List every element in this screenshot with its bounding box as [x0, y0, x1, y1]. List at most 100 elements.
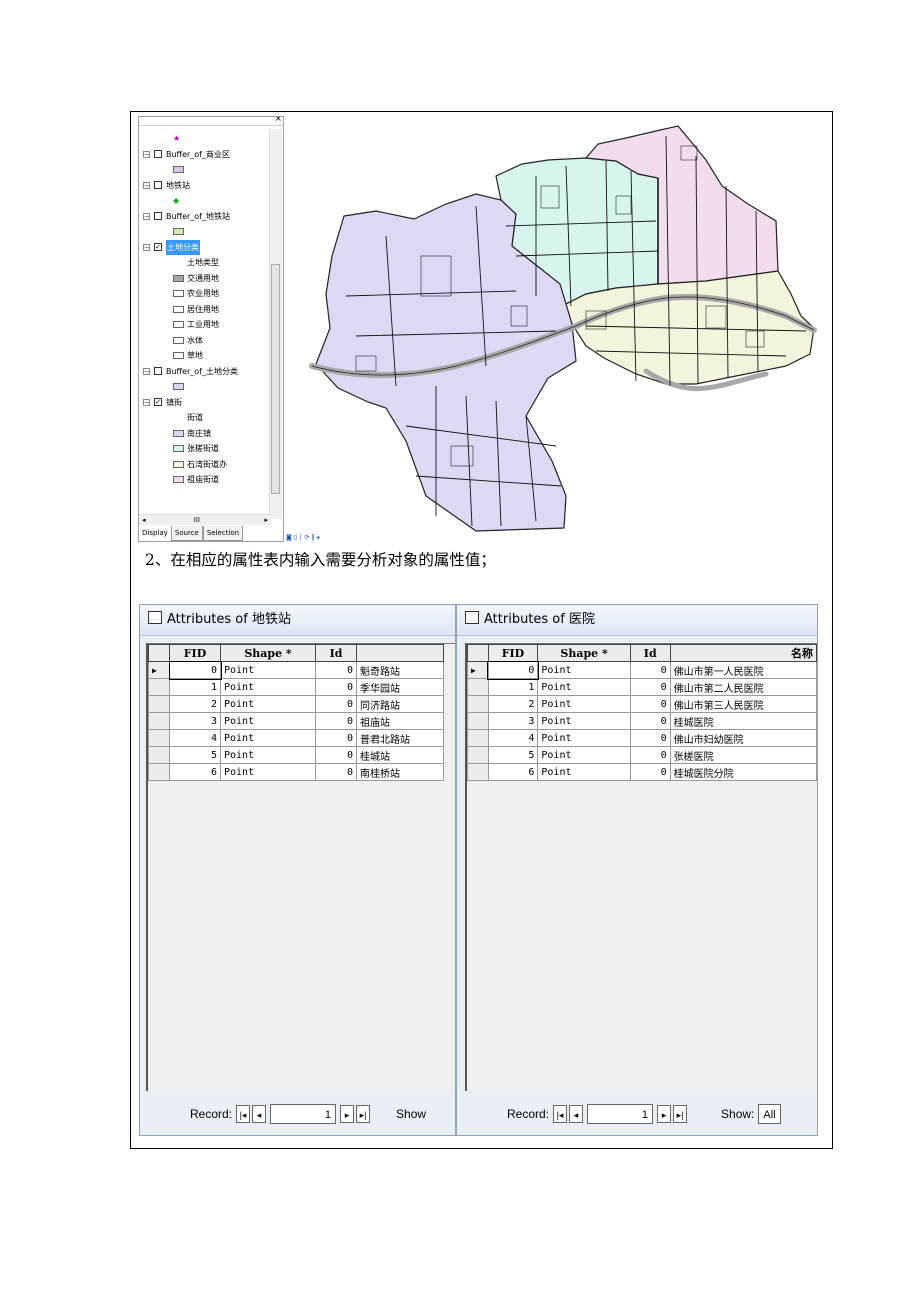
previous-record-button[interactable]: ◂	[569, 1105, 584, 1123]
table-cell[interactable]: 佛山市第一人民医院	[669, 661, 817, 679]
collapse-icon[interactable]: −	[143, 181, 150, 189]
row-selector[interactable]	[467, 746, 489, 764]
table-cell[interactable]: 桂城站	[356, 746, 444, 764]
layer-row[interactable]: − ✓ 镇街	[143, 395, 271, 411]
horizontal-scrollbar[interactable]: ◂ III ▸	[139, 514, 271, 525]
show-filter-select[interactable]: All	[758, 1104, 781, 1124]
last-record-button[interactable]: ▸|	[356, 1105, 371, 1123]
table-cell[interactable]: 祖庙站	[356, 712, 444, 730]
layer-visibility-checkbox[interactable]: ✓	[154, 243, 162, 252]
table-cell[interactable]: 2	[169, 695, 221, 713]
table-cell[interactable]: 佛山市第三人民医院	[669, 695, 817, 713]
row-selector[interactable]	[467, 678, 489, 696]
table-cell[interactable]: 0	[315, 746, 357, 764]
table-cell[interactable]: Point	[537, 763, 631, 781]
close-icon[interactable]: ×	[274, 117, 282, 124]
table-cell[interactable]: 6	[169, 763, 221, 781]
table-row[interactable]: 4 Point 0 普君北路站	[148, 729, 444, 747]
column-header[interactable]: Id	[315, 644, 357, 662]
table-row[interactable]: 1 Point 0 佛山市第二人民医院	[467, 678, 817, 696]
row-selector[interactable]	[148, 678, 170, 696]
table-cell[interactable]: 季华园站	[356, 678, 444, 696]
table-cell[interactable]: 0	[315, 661, 357, 679]
table-cell[interactable]: 0	[315, 763, 357, 781]
collapse-icon[interactable]: −	[143, 398, 150, 406]
table-cell[interactable]: 1	[487, 678, 539, 696]
table-cell[interactable]: 0	[315, 678, 357, 696]
table-cell[interactable]: 2	[487, 695, 539, 713]
table-cell[interactable]: 5	[487, 746, 539, 764]
table-cell[interactable]: 0	[629, 695, 671, 713]
table-row[interactable]: 4 Point 0 佛山市妇幼医院	[467, 729, 817, 747]
layer-row[interactable]: − Buffer_of_地铁站	[143, 209, 271, 225]
column-header[interactable]: 名称	[669, 644, 817, 662]
first-record-button[interactable]: |◂	[236, 1105, 251, 1123]
table-cell[interactable]: 0	[629, 729, 671, 747]
table-cell[interactable]: 4	[487, 729, 539, 747]
layer-visibility-checkbox[interactable]	[154, 367, 162, 376]
scrollbar-thumb[interactable]	[271, 264, 280, 494]
previous-record-button[interactable]: ◂	[252, 1105, 267, 1123]
table-cell[interactable]: 佛山市妇幼医院	[669, 729, 817, 747]
table-cell[interactable]: 4	[169, 729, 221, 747]
table-cell[interactable]: 张槎医院	[669, 746, 817, 764]
record-number-field[interactable]: 1	[587, 1104, 654, 1124]
collapse-icon[interactable]: −	[143, 367, 150, 375]
table-cell[interactable]: 3	[169, 712, 221, 730]
table-cell[interactable]: 佛山市第二人民医院	[669, 678, 817, 696]
table-cell[interactable]: Point	[220, 678, 316, 696]
layer-visibility-checkbox[interactable]	[154, 150, 162, 159]
table-cell[interactable]: 0	[629, 678, 671, 696]
table-cell[interactable]: 1	[169, 678, 221, 696]
table-cell[interactable]: Point	[220, 763, 316, 781]
collapse-icon[interactable]: −	[143, 212, 150, 220]
row-selector[interactable]	[148, 695, 170, 713]
layer-row[interactable]: − 地铁站	[143, 178, 271, 194]
table-row[interactable]: 5 Point 0 张槎医院	[467, 746, 817, 764]
table-cell[interactable]: 5	[169, 746, 221, 764]
column-header[interactable]: FID	[487, 644, 539, 662]
table-cell[interactable]: Point	[220, 661, 316, 679]
row-selector[interactable]	[467, 695, 489, 713]
tab-source[interactable]: Source	[170, 526, 203, 541]
table-cell[interactable]: Point	[220, 712, 316, 730]
first-record-button[interactable]: |◂	[553, 1105, 568, 1123]
column-header[interactable]	[356, 644, 444, 662]
column-header[interactable]: FID	[169, 644, 221, 662]
row-selector[interactable]	[467, 729, 489, 747]
table-cell[interactable]: Point	[537, 746, 631, 764]
column-header[interactable]: Shape *	[220, 644, 316, 662]
table-cell[interactable]: 0	[168, 660, 222, 680]
table-cell[interactable]: 魁奇路站	[356, 661, 444, 679]
table-cell[interactable]: 6	[487, 763, 539, 781]
layer-visibility-checkbox[interactable]: ✓	[154, 398, 162, 407]
row-selector[interactable]	[467, 712, 489, 730]
next-record-button[interactable]: ▸	[657, 1105, 672, 1123]
table-cell[interactable]: 0	[315, 695, 357, 713]
row-selector[interactable]	[148, 746, 170, 764]
table-row[interactable]: ▶ 0 Point 0 佛山市第一人民医院	[467, 660, 817, 680]
table-row[interactable]: 3 Point 0 桂城医院	[467, 712, 817, 730]
layer-visibility-checkbox[interactable]	[154, 181, 162, 190]
table-cell[interactable]: Point	[537, 678, 631, 696]
row-selector[interactable]	[148, 729, 170, 747]
table-cell[interactable]: Point	[537, 695, 631, 713]
table-row[interactable]: 6 Point 0 桂城医院分院	[467, 763, 817, 781]
row-selector[interactable]	[148, 712, 170, 730]
table-cell[interactable]: 0	[315, 729, 357, 747]
table-cell[interactable]: 0	[629, 763, 671, 781]
table-cell[interactable]: 桂城医院	[669, 712, 817, 730]
scroll-right-icon[interactable]: ▸	[264, 515, 268, 525]
table-cell[interactable]: 0	[629, 746, 671, 764]
table-cell[interactable]: Point	[537, 729, 631, 747]
scroll-left-icon[interactable]: ◂	[142, 516, 146, 524]
next-record-button[interactable]: ▸	[340, 1105, 355, 1123]
row-selector[interactable]	[148, 763, 170, 781]
table-cell[interactable]: Point	[220, 746, 316, 764]
table-cell[interactable]: 0	[315, 712, 357, 730]
table-row[interactable]: 3 Point 0 祖庙站	[148, 712, 444, 730]
layer-visibility-checkbox[interactable]	[154, 212, 162, 221]
table-cell[interactable]: Point	[220, 695, 316, 713]
collapse-icon[interactable]: −	[143, 150, 150, 158]
layer-row[interactable]: − ✓ 土地分类	[143, 239, 271, 255]
